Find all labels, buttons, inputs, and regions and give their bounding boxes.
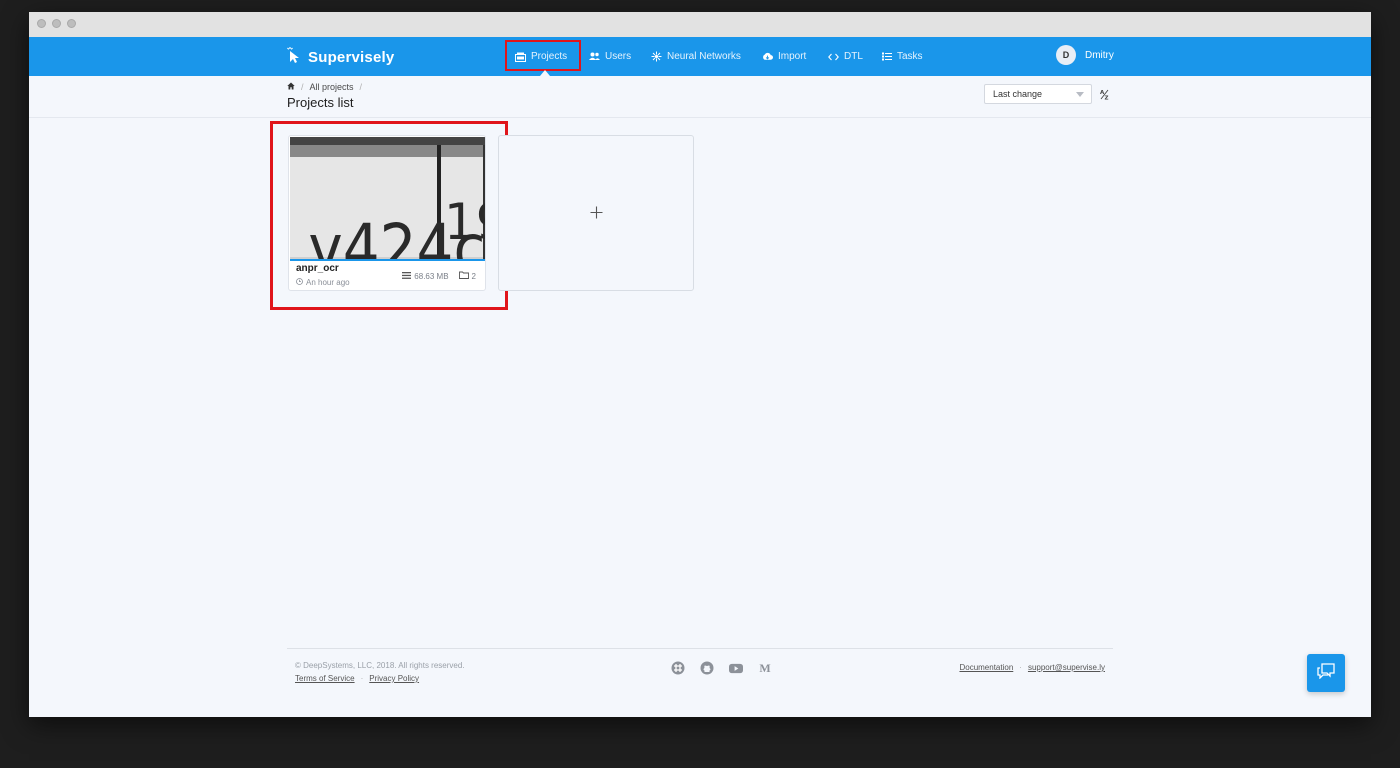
nav-tasks[interactable]: Tasks	[881, 37, 923, 76]
breadcrumb: / All projects /	[287, 82, 362, 92]
project-card-highlight-box	[270, 121, 508, 310]
user-name: Dmitry	[1085, 49, 1114, 61]
chat-icon	[1317, 662, 1335, 684]
add-project-card[interactable]	[498, 135, 694, 291]
link-separator: ·	[1019, 663, 1022, 672]
nav-dtl-label: DTL	[844, 51, 863, 62]
chevron-down-icon	[1076, 92, 1084, 97]
sort-select[interactable]: Last change	[984, 84, 1092, 104]
breadcrumb-separator: /	[359, 82, 363, 92]
plus-icon	[590, 206, 603, 219]
avatar: D	[1056, 45, 1076, 65]
nav-tasks-label: Tasks	[897, 51, 923, 62]
home-icon[interactable]	[287, 82, 295, 92]
documentation-link[interactable]: Documentation	[959, 663, 1013, 672]
window-maximize-dot[interactable]	[67, 19, 76, 28]
link-separator: ·	[360, 674, 364, 683]
youtube-icon[interactable]	[729, 661, 743, 675]
browser-window: Supervisely Projects Users Neural Networ…	[29, 12, 1371, 717]
nav-neural-networks-label: Neural Networks	[667, 51, 741, 62]
cursor-click-icon	[287, 46, 301, 69]
breadcrumb-all-projects[interactable]: All projects	[310, 82, 354, 92]
tasks-list-icon	[881, 51, 892, 62]
medium-icon[interactable]: M	[758, 661, 772, 675]
nav-import[interactable]: Import	[762, 37, 806, 76]
breadcrumb-separator: /	[301, 82, 304, 92]
import-cloud-icon	[762, 51, 773, 62]
page-title: Projects list	[287, 95, 354, 110]
nav-projects-highlight-box	[505, 40, 581, 71]
window-close-dot[interactable]	[37, 19, 46, 28]
sort-az-icon[interactable]: AZ	[1100, 89, 1110, 103]
window-titlebar	[29, 12, 1371, 38]
top-navbar: Supervisely Projects Users Neural Networ…	[29, 37, 1371, 76]
github-icon[interactable]	[700, 661, 714, 675]
copyright-text: © DeepSystems, LLC, 2018. All rights res…	[295, 661, 465, 670]
chat-support-button[interactable]	[1307, 654, 1345, 692]
nav-users[interactable]: Users	[589, 37, 631, 76]
nav-users-label: Users	[605, 51, 632, 62]
page-header: / All projects / Projects list Last chan…	[29, 76, 1371, 118]
support-email-link[interactable]: support@supervise.ly	[1028, 663, 1105, 672]
footer: © DeepSystems, LLC, 2018. All rights res…	[287, 648, 1113, 683]
legal-links: Terms of Service · Privacy Policy	[295, 674, 419, 683]
slack-icon[interactable]	[671, 661, 685, 675]
nav-import-label: Import	[778, 51, 807, 62]
nav-dtl[interactable]: DTL	[828, 37, 863, 76]
sort-select-value: Last change	[993, 89, 1043, 99]
privacy-policy-link[interactable]: Privacy Policy	[369, 674, 419, 683]
terms-of-service-link[interactable]: Terms of Service	[295, 674, 355, 683]
neural-networks-icon	[651, 51, 662, 62]
code-icon	[828, 51, 839, 62]
app-logo[interactable]: Supervisely	[287, 45, 394, 69]
user-menu[interactable]: D Dmitry	[1056, 45, 1114, 65]
nav-neural-networks[interactable]: Neural Networks	[651, 37, 741, 76]
support-links: Documentation · support@supervise.ly	[959, 663, 1105, 672]
app-name: Supervisely	[308, 48, 395, 66]
window-minimize-dot[interactable]	[52, 19, 61, 28]
social-links: M	[671, 661, 772, 675]
svg-text:Z: Z	[1105, 96, 1109, 101]
users-icon	[589, 51, 600, 62]
